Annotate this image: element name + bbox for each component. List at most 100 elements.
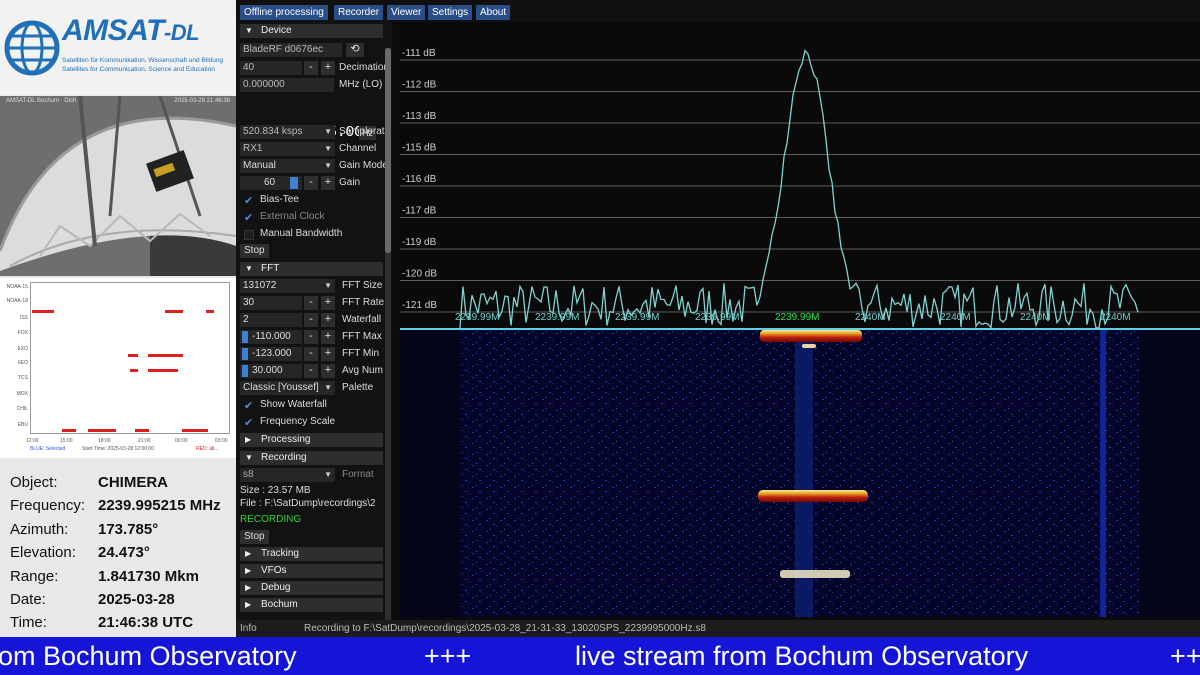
fft-max-slider-handle[interactable] <box>242 331 248 343</box>
avg-num-plus-button[interactable]: + <box>321 364 335 378</box>
manual-bandwidth-checkbox[interactable] <box>244 230 254 240</box>
fft-min-plus-button[interactable]: + <box>321 347 335 361</box>
device-stop-button[interactable]: Stop <box>240 244 269 258</box>
waterfall-plus-button[interactable]: + <box>321 313 335 327</box>
info-date-label: Date: <box>10 591 46 608</box>
news-ticker: om Bochum Observatory +++ live stream fr… <box>0 637 1200 675</box>
fft-max-minus-button[interactable]: - <box>304 330 318 344</box>
gain-slider[interactable]: 60 <box>240 176 302 190</box>
decimation-input[interactable]: 40 <box>240 61 302 75</box>
show-waterfall-checkbox[interactable]: ✔ <box>244 401 254 412</box>
format-select[interactable]: s8 ▼ <box>240 468 335 482</box>
timeline-tick: 00:00 <box>175 438 188 444</box>
waterfall-display[interactable] <box>400 330 1200 617</box>
tab-recorder[interactable]: Recorder <box>334 5 384 20</box>
fft-max-label: FFT Max <box>342 331 382 342</box>
tab-settings[interactable]: Settings <box>428 5 473 20</box>
recording-section-header[interactable]: ▼ Recording <box>240 451 383 465</box>
satdump-window: Offline processing Recorder Viewer Setti… <box>236 0 1200 637</box>
fft-size-select[interactable]: 131072 ▼ <box>240 279 335 293</box>
panel-scrollbar[interactable] <box>385 48 391 620</box>
timeline-sat-label: ISS <box>19 315 28 321</box>
timeline-sat-label: NOAA-18 <box>6 298 28 304</box>
fft-rate-input[interactable]: 30 <box>240 296 302 310</box>
tracking-section-header[interactable]: ▶ Tracking <box>240 547 383 561</box>
info-frequency-label: Frequency: <box>10 497 86 514</box>
status-bar: Info Recording to F:\SatDump\recordings\… <box>236 620 1200 637</box>
gain-mode-label: Gain Mode <box>339 160 388 171</box>
avg-num-slider-handle[interactable] <box>242 365 248 377</box>
recording-size: Size : 23.57 MB <box>240 485 311 496</box>
fft-section-header[interactable]: ▼ FFT <box>240 262 383 276</box>
device-select[interactable]: BladeRF d0676ec <box>240 43 342 57</box>
avg-num-slider[interactable]: 30.000 <box>240 364 302 378</box>
tab-about[interactable]: About <box>476 5 511 20</box>
info-elevation-value: 24.473° <box>98 544 150 561</box>
timeline-tick: 18:00 <box>98 438 111 444</box>
fft-rate-minus-button[interactable]: - <box>304 296 318 310</box>
avg-num-minus-button[interactable]: - <box>304 364 318 378</box>
tab-offline-processing[interactable]: Offline processing <box>240 5 328 20</box>
object-info-panel: Object: CHIMERA Frequency: 2239.995215 M… <box>0 460 236 637</box>
waterfall-rate-input[interactable]: 2 <box>240 313 302 327</box>
waterfall-svg <box>460 330 1140 617</box>
info-azimuth-label: Azimuth: <box>10 521 69 538</box>
waterfall-minus-button[interactable]: - <box>304 313 318 327</box>
ticker-text: om Bochum Observatory <box>0 641 297 671</box>
samplerate-select[interactable]: 520.834 ksps ▼ <box>240 125 335 139</box>
fft-rate-plus-button[interactable]: + <box>321 296 335 310</box>
gain-plus-button[interactable]: + <box>321 176 335 190</box>
fft-db-label: -121 dB <box>402 300 437 311</box>
info-time-label: Time: <box>10 614 47 631</box>
fft-min-slider-handle[interactable] <box>242 348 248 360</box>
palette-select[interactable]: Classic [Youssef] ▼ <box>240 381 335 395</box>
timeline-sat-label: MOX <box>16 391 28 397</box>
refresh-device-button[interactable]: ⟲ <box>346 43 364 57</box>
ticker-separator: +++ <box>424 641 472 671</box>
lo-label: MHz (LO) <box>339 79 383 90</box>
gain-minus-button[interactable]: - <box>304 176 318 190</box>
fft-db-label: -117 dB <box>402 206 437 217</box>
dish-camera-image <box>0 96 236 276</box>
recording-status: RECORDING <box>240 514 302 525</box>
bochum-section-header[interactable]: ▶ Bochum <box>240 598 383 612</box>
device-section-header[interactable]: ▼ Device <box>240 24 383 38</box>
tab-viewer[interactable]: Viewer <box>387 5 426 20</box>
timeline-pass-bar <box>32 310 54 313</box>
fft-frequency-label: 2240M <box>1100 312 1131 323</box>
external-clock-checkbox[interactable]: ✔ <box>244 213 254 224</box>
decimation-label: Decimation <box>339 62 390 73</box>
timeline-pass-bar <box>206 310 214 313</box>
debug-section-header[interactable]: ▶ Debug <box>240 581 383 595</box>
format-label: Format <box>342 469 374 480</box>
info-object-value: CHIMERA <box>98 474 168 491</box>
recording-stop-button[interactable]: Stop <box>240 530 269 544</box>
fft-frequency-label: 2240M <box>1020 312 1051 323</box>
decimation-minus-button[interactable]: - <box>304 61 318 75</box>
processing-section-header[interactable]: ▶ Processing <box>240 433 383 447</box>
fft-db-label: -116 dB <box>402 174 437 185</box>
fft-spectrum-plot[interactable]: -111 dB -112 dB -113 dB -115 dB -116 dB -117 … <box>400 22 1200 330</box>
decimation-plus-button[interactable]: + <box>321 61 335 75</box>
bias-tee-checkbox[interactable]: ✔ <box>244 196 254 207</box>
channel-select[interactable]: RX1 ▼ <box>240 142 335 156</box>
timeline-pass-bar <box>88 429 116 432</box>
fft-frequency-label: 2239.99M <box>615 312 659 323</box>
waterfall-burst <box>760 330 862 342</box>
panel-scrollbar-thumb[interactable] <box>385 48 391 253</box>
fft-min-slider[interactable]: -123.000 <box>240 347 302 361</box>
lo-offset-input[interactable]: 0.000000 <box>240 78 334 92</box>
gain-slider-handle[interactable] <box>290 177 298 189</box>
timeline-sat-label: TCS <box>18 375 28 381</box>
pass-timeline: NOAA-15 NOAA-18 ISS FOX EXO XEO TCS MOX … <box>0 278 236 458</box>
fft-max-plus-button[interactable]: + <box>321 330 335 344</box>
vfos-section-header[interactable]: ▶ VFOs <box>240 564 383 578</box>
fft-min-minus-button[interactable]: - <box>304 347 318 361</box>
info-range-label: Range: <box>10 568 59 585</box>
dropdown-arrow-icon: ▼ <box>324 470 332 479</box>
frequency-scale-checkbox[interactable]: ✔ <box>244 418 254 429</box>
fft-max-slider[interactable]: -110.000 <box>240 330 302 344</box>
timeline-legend-all: RED: all... <box>196 446 219 452</box>
gain-mode-select[interactable]: Manual ▼ <box>240 159 335 173</box>
globe-icon <box>4 20 60 76</box>
